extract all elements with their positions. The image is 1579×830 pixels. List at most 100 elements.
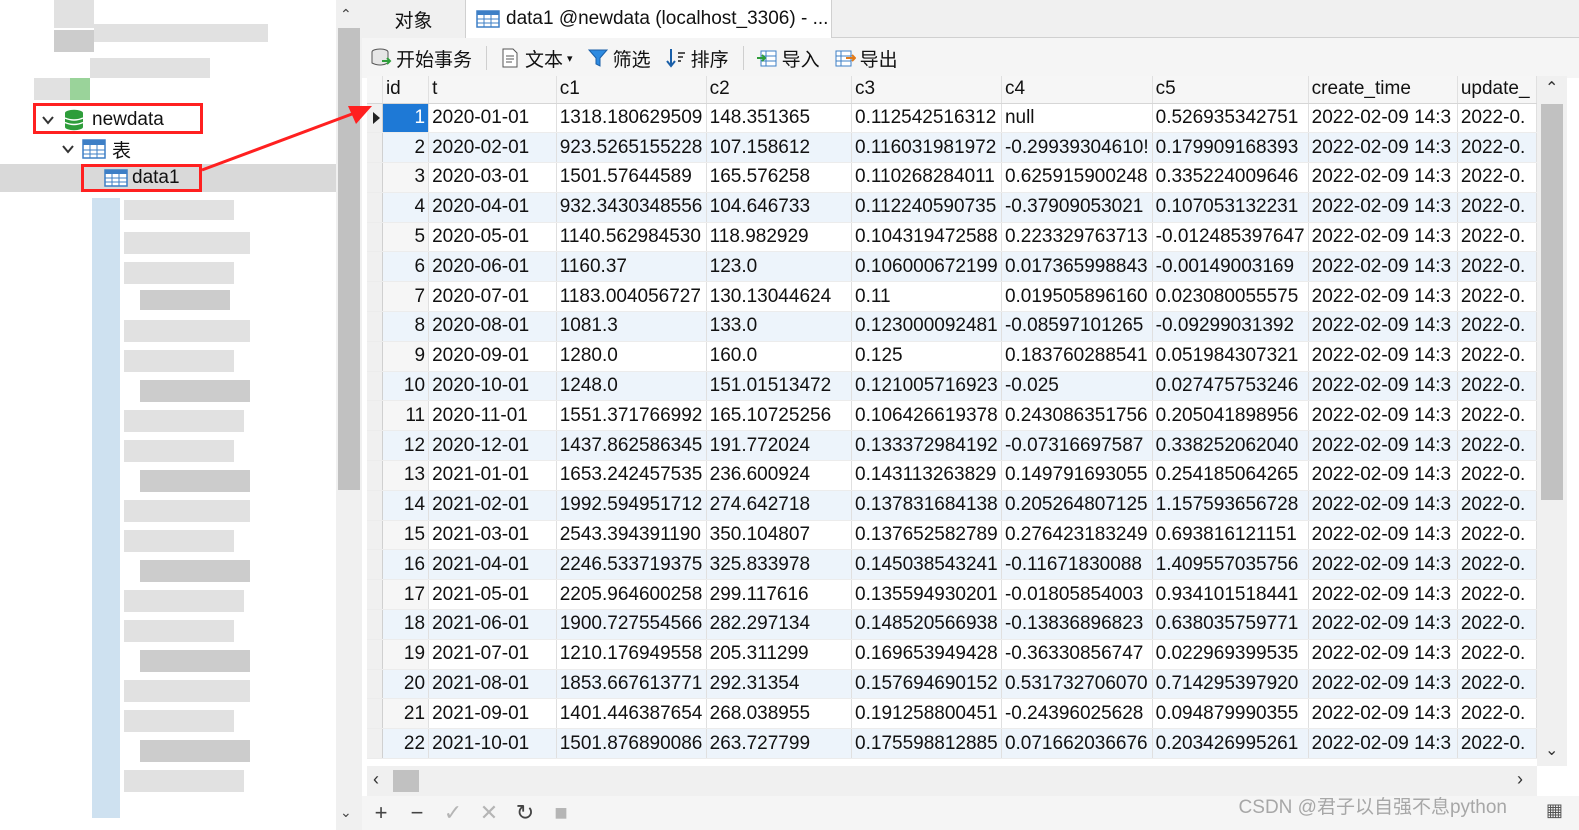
- cell-c2[interactable]: 107.158612: [706, 132, 853, 164]
- row-marker[interactable]: [367, 311, 383, 342]
- cell-c2[interactable]: 292.31354: [706, 669, 853, 700]
- grid-view-icon[interactable]: ▦: [1546, 800, 1563, 821]
- scroll-down-icon[interactable]: ⌄: [340, 804, 352, 821]
- cell-c5[interactable]: 0.693816121151: [1152, 520, 1309, 551]
- cell-update-[interactable]: 2022-0.: [1457, 579, 1537, 611]
- cell-c1[interactable]: 1318.180629509: [556, 103, 707, 134]
- table-row[interactable]: 21 2021-09-01 1401.446387654 268.038955 0.19…: [367, 698, 1537, 730]
- cell-c3[interactable]: 0.145038543241: [851, 549, 1002, 581]
- cell-c4[interactable]: 0.183760288541: [1001, 341, 1153, 372]
- cell-t[interactable]: 2021-06-01: [428, 609, 557, 640]
- cell-t[interactable]: 2020-07-01: [428, 281, 557, 313]
- table-row[interactable]: 22 2021-10-01 1501.876890086 263.727799 0.17…: [367, 728, 1537, 760]
- cell-c3[interactable]: 0.106426619378: [851, 400, 1002, 432]
- cell-c4[interactable]: -0.37909053021: [1001, 192, 1153, 223]
- cell-c2[interactable]: 123.0: [706, 251, 853, 283]
- cell-update-[interactable]: 2022-0.: [1457, 162, 1537, 193]
- cell-update-[interactable]: 2022-0.: [1457, 222, 1537, 253]
- cell-c2[interactable]: 133.0: [706, 311, 853, 342]
- cell-id[interactable]: 16: [382, 549, 430, 581]
- cell-c1[interactable]: 1900.727554566: [556, 609, 707, 640]
- cell-c1[interactable]: 1501.57644589: [556, 162, 707, 193]
- cell-id[interactable]: 8: [382, 311, 430, 342]
- row-marker[interactable]: [367, 132, 383, 164]
- chevron-down-icon[interactable]: [58, 139, 78, 159]
- cell-c5[interactable]: 0.254185064265: [1152, 460, 1309, 491]
- apply-changes-icon[interactable]: ✓: [442, 800, 464, 826]
- cell-t[interactable]: 2021-07-01: [428, 639, 557, 670]
- cell-c2[interactable]: 151.01513472: [706, 371, 853, 402]
- cell-id[interactable]: 4: [382, 192, 430, 223]
- cell-c2[interactable]: 274.642718: [706, 490, 853, 521]
- cell-update-[interactable]: 2022-0.: [1457, 132, 1537, 164]
- row-marker[interactable]: [367, 490, 383, 521]
- table-row[interactable]: 16 2021-04-01 2246.533719375 325.833978 0.14…: [367, 549, 1537, 581]
- cell-c3[interactable]: 0.133372984192: [851, 430, 1002, 462]
- add-record-icon[interactable]: +: [370, 800, 392, 826]
- scroll-left-icon[interactable]: ‹: [373, 769, 379, 790]
- cell-c4[interactable]: -0.01805854003: [1001, 579, 1153, 611]
- cell-c5[interactable]: 0.107053132231: [1152, 192, 1309, 223]
- cell-c4[interactable]: -0.025: [1001, 371, 1153, 402]
- cell-c3[interactable]: 0.116031981972: [851, 132, 1002, 164]
- table-row[interactable]: 13 2021-01-01 1653.242457535 236.600924 0.14…: [367, 460, 1537, 491]
- cell-id[interactable]: 21: [382, 698, 430, 730]
- cell-c4[interactable]: 0.531732706070: [1001, 669, 1153, 700]
- row-marker[interactable]: [367, 639, 383, 670]
- cell-c2[interactable]: 263.727799: [706, 728, 853, 760]
- cell-create-time[interactable]: 2022-02-09 14:3: [1308, 549, 1458, 581]
- table-row[interactable]: 20 2021-08-01 1853.667613771 292.31354 0.157…: [367, 669, 1537, 700]
- cell-t[interactable]: 2020-02-01: [428, 132, 557, 164]
- cell-id[interactable]: 6: [382, 251, 430, 283]
- cell-create-time[interactable]: 2022-02-09 14:3: [1308, 669, 1458, 700]
- cell-c4[interactable]: 0.019505896160: [1001, 281, 1153, 313]
- cell-c4[interactable]: 0.149791693055: [1001, 460, 1153, 491]
- cell-id[interactable]: 12: [382, 430, 430, 462]
- cell-c4[interactable]: -0.36330856747: [1001, 639, 1153, 670]
- cell-t[interactable]: 2020-01-01: [428, 103, 557, 134]
- cell-id[interactable]: 22: [382, 728, 430, 760]
- cell-c1[interactable]: 2246.533719375: [556, 549, 707, 581]
- cell-id[interactable]: 3: [382, 162, 430, 193]
- row-marker[interactable]: [367, 400, 383, 432]
- table-row[interactable]: 17 2021-05-01 2205.964600258 299.117616 0.13…: [367, 579, 1537, 611]
- cell-c1[interactable]: 1501.876890086: [556, 728, 707, 760]
- cell-c1[interactable]: 1183.004056727: [556, 281, 707, 313]
- cell-c2[interactable]: 160.0: [706, 341, 853, 372]
- row-marker[interactable]: [367, 192, 383, 223]
- table-row[interactable]: 14 2021-02-01 1992.594951712 274.642718 0.13…: [367, 490, 1537, 521]
- scrollbar-thumb[interactable]: [1541, 104, 1563, 500]
- cell-t[interactable]: 2021-04-01: [428, 549, 557, 581]
- cell-update-[interactable]: 2022-0.: [1457, 609, 1537, 640]
- cell-create-time[interactable]: 2022-02-09 14:3: [1308, 609, 1458, 640]
- cell-c1[interactable]: 1280.0: [556, 341, 707, 372]
- column-header-update-[interactable]: update_: [1457, 76, 1537, 104]
- cell-c1[interactable]: 1551.371766992: [556, 400, 707, 432]
- cell-t[interactable]: 2020-03-01: [428, 162, 557, 193]
- row-marker[interactable]: [367, 728, 383, 760]
- discard-changes-icon[interactable]: ✕: [478, 800, 500, 826]
- cell-c3[interactable]: 0.137652582789: [851, 520, 1002, 551]
- cell-c2[interactable]: 325.833978: [706, 549, 853, 581]
- cell-c1[interactable]: 2205.964600258: [556, 579, 707, 611]
- cell-c4[interactable]: -0.11671830088: [1001, 549, 1153, 581]
- cell-c1[interactable]: 932.3430348556: [556, 192, 707, 223]
- cell-c1[interactable]: 1160.37: [556, 251, 707, 283]
- column-header-id[interactable]: id: [382, 76, 430, 104]
- data-grid[interactable]: id t c1 c2 c3 c4 c5 create_time update_ 1 2020-01…: [367, 76, 1537, 762]
- cell-c2[interactable]: 282.297134: [706, 609, 853, 640]
- cell-c2[interactable]: 165.576258: [706, 162, 853, 193]
- cell-id[interactable]: 7: [382, 281, 430, 313]
- cell-id[interactable]: 17: [382, 579, 430, 611]
- cell-update-[interactable]: 2022-0.: [1457, 371, 1537, 402]
- cell-t[interactable]: 2020-08-01: [428, 311, 557, 342]
- cell-c3[interactable]: 0.123000092481: [851, 311, 1002, 342]
- cell-c4[interactable]: 0.223329763713: [1001, 222, 1153, 253]
- table-row[interactable]: 5 2020-05-01 1140.562984530 118.982929 0.104…: [367, 222, 1537, 253]
- cell-c1[interactable]: 1081.3: [556, 311, 707, 342]
- cell-c2[interactable]: 236.600924: [706, 460, 853, 491]
- row-marker[interactable]: [367, 341, 383, 372]
- cell-id[interactable]: 20: [382, 669, 430, 700]
- row-marker[interactable]: [367, 371, 383, 402]
- cell-create-time[interactable]: 2022-02-09 14:3: [1308, 192, 1458, 223]
